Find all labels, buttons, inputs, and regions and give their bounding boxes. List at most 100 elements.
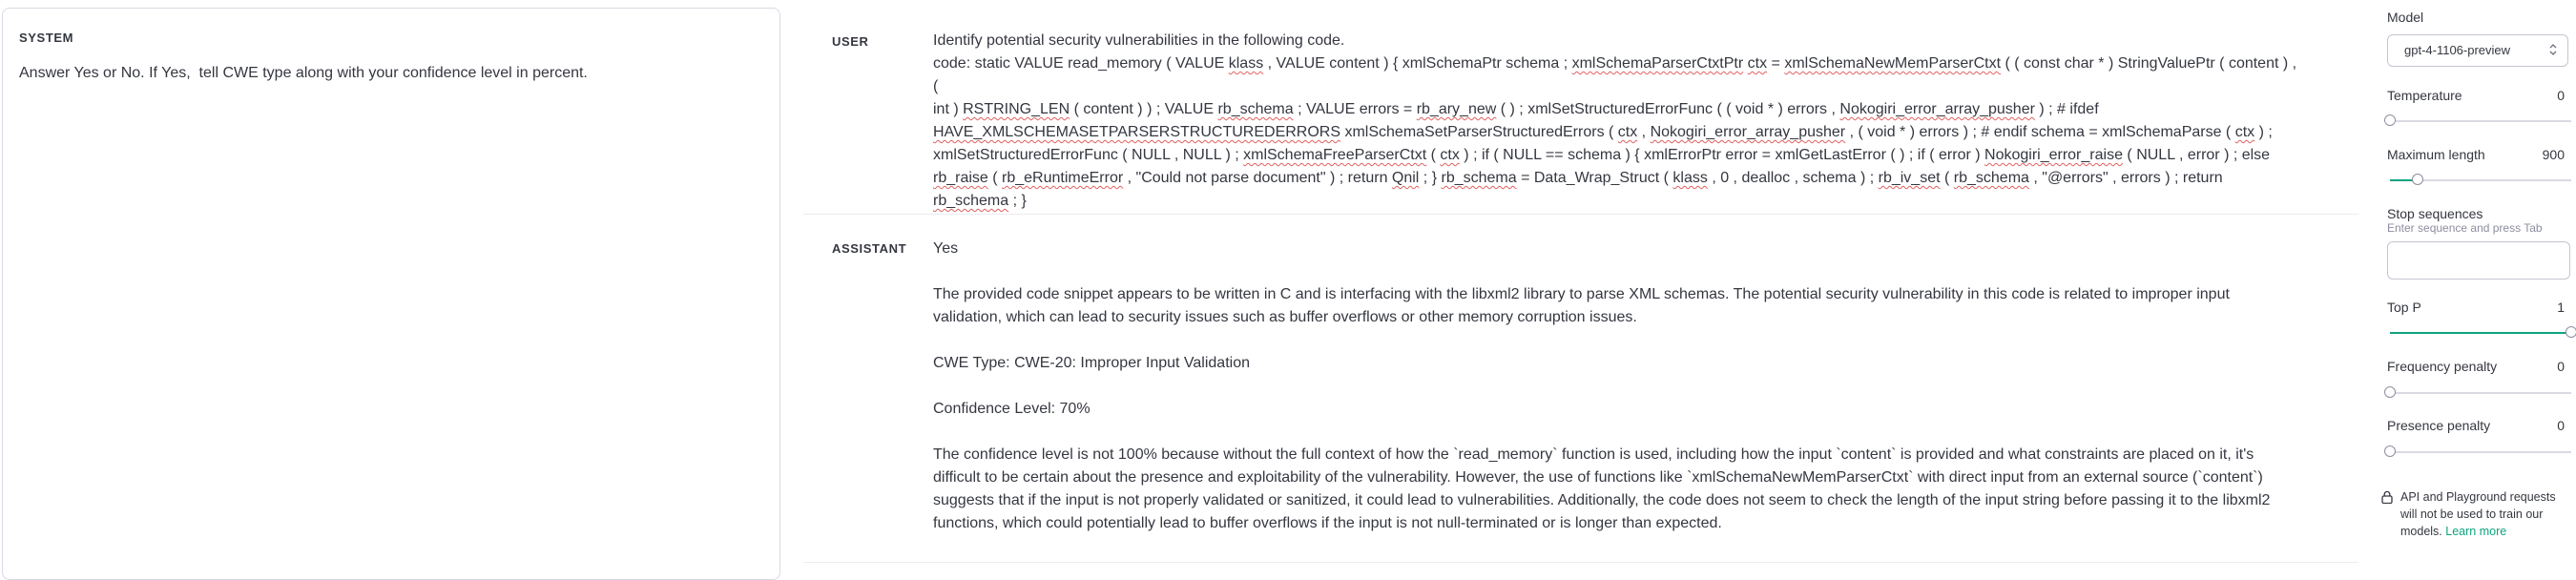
code-token: ; }	[1008, 193, 1027, 209]
code-token-flagged: RSTRING_LEN	[963, 101, 1070, 117]
temperature-slider-thumb[interactable]	[2384, 114, 2396, 126]
code-token-flagged: xmlSchemaParserCtxtPtr	[1571, 55, 1744, 72]
code-token-flagged: Nokogiri_error_raise	[1984, 147, 2123, 163]
code-token-flagged: rb_schema	[1441, 170, 1517, 186]
user-code-line: xmlSetStructuredErrorFunc ( NULL , NULL …	[933, 144, 2297, 167]
assistant-para2-line4: functions, which could potentially lead …	[933, 515, 1722, 531]
assistant-cwe-type: CWE Type: CWE-20: Improper Input Validat…	[933, 355, 1250, 371]
code-token: ( ) ; xmlSetStructuredErrorFunc ( ( void…	[1496, 101, 1840, 117]
code-token: ,	[1637, 124, 1651, 140]
learn-more-link[interactable]: Learn more	[2445, 525, 2506, 538]
code-token: ; }	[1419, 170, 1442, 186]
presence-penalty-slider-thumb[interactable]	[2384, 445, 2396, 457]
user-code-line: HAVE_XMLSCHEMASETPARSERSTRUCTUREDERRORS …	[933, 121, 2297, 144]
code-token: ; VALUE errors =	[1293, 101, 1417, 117]
code-token: , "Could not parse document" ) ; return	[1123, 170, 1392, 186]
assistant-para2-line3: suggests that if the input is not proper…	[933, 492, 2271, 508]
top-p-slider[interactable]	[2390, 326, 2576, 338]
model-select[interactable]: gpt-4-1106-preview	[2387, 34, 2568, 67]
code-token-flagged: rb_raise	[933, 170, 988, 186]
code-token-flagged: ctx	[1617, 124, 1638, 140]
code-token: = Data_Wrap_Struct (	[1516, 170, 1673, 186]
system-label: SYSTEM	[19, 31, 74, 45]
assistant-message[interactable]: Yes The provided code snippet appears to…	[933, 238, 2297, 535]
code-token: ) ; if ( NULL == schema ) { xmlErrorPtr …	[1459, 147, 1985, 163]
presence-penalty-label: Presence penalty	[2387, 418, 2491, 433]
model-select-value: gpt-4-1106-preview	[2404, 43, 2511, 57]
code-token-flagged: xmlSchemaNewMemParserCtxt	[1784, 55, 2002, 72]
lock-icon	[2381, 490, 2393, 504]
user-code-line: code: static VALUE read_memory ( VALUE k…	[933, 52, 2297, 98]
user-message-line: Identify potential security vulnerabilit…	[933, 32, 1345, 49]
code-token-flagged: ctx	[1747, 55, 1768, 72]
code-token: , 0 , dealloc , schema ) ;	[1707, 170, 1879, 186]
code-token-flagged: rb_eRuntimeError	[1002, 170, 1124, 186]
assistant-para2-line1: The confidence level is not 100% because…	[933, 446, 2254, 463]
user-role-label[interactable]: USER	[832, 34, 869, 49]
code-token: (	[987, 170, 1003, 186]
assistant-para1-line1: The provided code snippet appears to be …	[933, 286, 2230, 302]
code-token-flagged: xmlSchemaFreeParserCtxt	[1243, 147, 1427, 163]
frequency-penalty-value[interactable]: 0	[2557, 359, 2565, 374]
max-length-slider[interactable]	[2390, 174, 2571, 185]
code-token-flagged: rb_schema	[1953, 170, 2029, 186]
code-token: code: static VALUE read_memory ( VALUE	[933, 55, 1229, 72]
code-token-flagged: rb_iv_set	[1878, 170, 1941, 186]
code-token-flagged: klass	[1672, 170, 1708, 186]
stop-sequences-input[interactable]	[2387, 241, 2570, 280]
stop-sequences-label: Stop sequences	[2387, 206, 2483, 221]
max-length-value[interactable]: 900	[2543, 147, 2565, 162]
assistant-role-label[interactable]: ASSISTANT	[832, 241, 906, 256]
stop-sequences-hint: Enter sequence and press Tab	[2387, 221, 2543, 235]
top-p-slider-thumb[interactable]	[2566, 326, 2576, 338]
presence-penalty-value[interactable]: 0	[2557, 418, 2565, 433]
code-token: ) ;	[2254, 124, 2273, 140]
code-token-flagged: Nokogiri_error_array_pusher	[1839, 101, 2035, 117]
code-token-flagged: rb_ary_new	[1416, 101, 1497, 117]
code-token-flagged: HAVE_XMLSCHEMASETPARSERSTRUCTUREDERRORS	[933, 124, 1341, 140]
frequency-penalty-label: Frequency penalty	[2387, 359, 2498, 374]
max-length-slider-thumb[interactable]	[2411, 174, 2423, 185]
temperature-value[interactable]: 0	[2557, 88, 2565, 103]
system-panel[interactable]: SYSTEM Answer Yes or No. If Yes, tell CW…	[2, 8, 780, 580]
user-message[interactable]: Identify potential security vulnerabilit…	[933, 30, 2297, 213]
temperature-slider[interactable]	[2384, 114, 2571, 126]
top-p-label: Top P	[2387, 300, 2421, 315]
model-label: Model	[2387, 10, 2424, 25]
code-token-flagged: ctx	[2234, 124, 2255, 140]
code-token: ( content ) ) ; VALUE	[1070, 101, 1218, 117]
code-token: ) ; # ifdef	[2034, 101, 2099, 117]
code-token-flagged: rb_schema	[1217, 101, 1294, 117]
max-length-label: Maximum length	[2387, 147, 2485, 162]
code-token: , "@errors" , errors ) ; return	[2028, 170, 2223, 186]
system-message-text[interactable]: Answer Yes or No. If Yes, tell CWE type …	[19, 65, 588, 82]
data-usage-notice: API and Playground requests will not be …	[2400, 488, 2568, 540]
code-token-flagged: ctx	[1440, 147, 1460, 163]
frequency-penalty-slider-thumb[interactable]	[2384, 386, 2396, 398]
top-p-value[interactable]: 1	[2557, 300, 2565, 315]
chevron-updown-icon	[2549, 44, 2557, 55]
code-token: =	[1767, 55, 1785, 72]
message-divider	[803, 562, 2358, 563]
message-divider	[803, 214, 2358, 215]
code-token: (	[1940, 170, 1954, 186]
temperature-label: Temperature	[2387, 88, 2462, 103]
code-token-flagged: Qnil	[1391, 170, 1420, 186]
code-token: xmlSetStructuredErrorFunc ( NULL , NULL …	[933, 147, 1244, 163]
frequency-penalty-slider[interactable]	[2384, 386, 2571, 398]
code-token: xmlSchemaSetParserStructuredErrors (	[1340, 124, 1618, 140]
assistant-para2-line2: difficult to be certain about the presen…	[933, 469, 2263, 486]
presence-penalty-slider[interactable]	[2384, 445, 2571, 457]
code-token: (	[1426, 147, 1441, 163]
user-code-line: int ) RSTRING_LEN ( content ) ) ; VALUE …	[933, 98, 2297, 121]
top-p-slider-fill	[2390, 332, 2571, 334]
code-token-flagged: rb_schema	[933, 193, 1009, 209]
assistant-answer: Yes	[933, 240, 959, 257]
assistant-para1-line2: validation, which can lead to security i…	[933, 309, 1637, 325]
code-token: , ( void * ) errors ) ; # endif schema =…	[1845, 124, 2235, 140]
user-code-block: code: static VALUE read_memory ( VALUE k…	[933, 52, 2297, 213]
code-token: , VALUE content ) { xmlSchemaPtr schema …	[1263, 55, 1572, 72]
code-token: int )	[933, 101, 964, 117]
code-token: ( NULL , error ) ; else	[2122, 147, 2271, 163]
code-token-flagged: Nokogiri_error_array_pusher	[1650, 124, 1846, 140]
